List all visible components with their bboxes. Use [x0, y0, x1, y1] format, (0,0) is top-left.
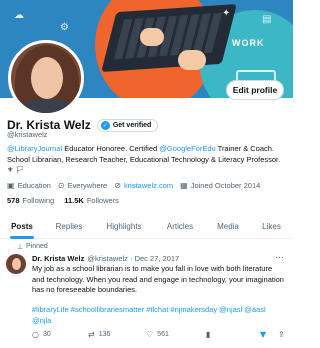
- share-button[interactable]: ⇪: [278, 330, 289, 339]
- bio-text: Educator Honoree. Certified: [62, 144, 160, 153]
- followers-link[interactable]: 11.5K Followers: [64, 196, 119, 205]
- tweet-author-name[interactable]: Dr. Krista Welz: [32, 254, 84, 263]
- bookmark-button[interactable]: ▼: [260, 330, 270, 339]
- meta-joined: ▦ Joined October 2014: [180, 181, 260, 190]
- following-count: 578: [7, 196, 20, 205]
- chart-icon: ▤: [262, 14, 272, 25]
- meta-website: ⊘ kristawelz.com: [114, 181, 173, 190]
- cloud-icon: ☁: [14, 10, 24, 21]
- tweet-actions: ○ 30 ⇄ 136 ♡ 561 ▮ ▼ ⇪: [32, 330, 288, 342]
- more-options-icon[interactable]: ···: [275, 252, 284, 262]
- active-tab-indicator: [10, 236, 34, 239]
- views-icon: ▮: [206, 330, 211, 339]
- heart-icon: ♡: [146, 330, 154, 339]
- edit-profile-button[interactable]: Edit profile: [226, 80, 284, 100]
- location-label: Everywhere: [67, 181, 108, 190]
- category-label: Education: [17, 181, 51, 190]
- tab-likes[interactable]: Likes: [250, 215, 293, 239]
- tab-articles[interactable]: Articles: [154, 215, 206, 239]
- banner-hand: [140, 28, 164, 46]
- views-button[interactable]: ▮: [206, 330, 214, 339]
- tweet-header: Dr. Krista Welz @kristawelz · Dec 27, 20…: [32, 254, 179, 263]
- link-icon: ⊘: [114, 181, 121, 190]
- get-verified-button[interactable]: ✓ Get verified: [96, 118, 159, 132]
- tweet-meta: @kristawelz · Dec 27, 2017: [87, 254, 180, 263]
- bookmark-icon: ▼: [260, 330, 267, 339]
- tab-highlights[interactable]: Highlights: [94, 215, 154, 239]
- followers-label: Followers: [86, 196, 119, 205]
- briefcase-icon: ▣: [7, 181, 15, 190]
- profile-bio: @LibraryJournal Educator Honoree. Certif…: [7, 143, 289, 165]
- banner-keyboard: [113, 12, 223, 60]
- get-verified-label: Get verified: [112, 121, 152, 129]
- avatar[interactable]: [8, 40, 84, 116]
- reply-count: 30: [42, 331, 51, 338]
- like-button[interactable]: ♡ 561: [146, 330, 169, 339]
- avatar-shirt: [21, 99, 73, 113]
- like-count: 561: [157, 331, 169, 338]
- location-pin-icon: ⊙: [57, 181, 65, 190]
- profile-handle: @kristawelz: [7, 130, 48, 139]
- retweet-icon: ⇄: [88, 330, 95, 339]
- banner-work-text: WORK: [232, 38, 265, 48]
- banner-hand: [178, 50, 206, 70]
- website-link[interactable]: kristawelz.com: [124, 181, 173, 190]
- calendar-icon: ▦: [180, 181, 188, 190]
- bio-mention-googleforedu[interactable]: @GoogleForEdu: [159, 144, 215, 153]
- following-link[interactable]: 578 Following: [7, 196, 54, 205]
- share-icon: ⇪: [278, 330, 285, 339]
- reply-icon: ○: [32, 330, 39, 339]
- tweet-avatar-face: [12, 258, 21, 270]
- gear-icon: ⚙: [60, 22, 69, 33]
- tab-media[interactable]: Media: [206, 215, 250, 239]
- follow-counts: 578 Following 11.5K Followers: [7, 196, 129, 205]
- bio-emoji: ⚜ 🏳: [7, 166, 25, 174]
- bio-mention-libraryjournal[interactable]: @LibraryJournal: [7, 144, 62, 153]
- tweet-text: My job as a school librarian is to make …: [32, 264, 284, 294]
- joined-label: Joined October 2014: [190, 181, 261, 190]
- profile-meta: ▣ Education ⊙ Everywhere ⊘ kristawelz.co…: [7, 181, 267, 190]
- avatar-face: [31, 57, 63, 99]
- tweet-hashtags[interactable]: #libraryLife #schoollibrariesmatter #tlc…: [32, 305, 286, 326]
- following-label: Following: [22, 196, 55, 205]
- pinned-label: Pinned: [26, 243, 48, 250]
- tweet-avatar[interactable]: [6, 254, 26, 274]
- tab-replies[interactable]: Replies: [44, 215, 94, 239]
- profile-tabs: Posts Replies Highlights Articles Media …: [0, 215, 293, 239]
- meta-location: ⊙ Everywhere: [58, 181, 107, 190]
- pin-icon: ⊥: [17, 243, 24, 251]
- retweet-count: 136: [98, 331, 111, 338]
- reply-button[interactable]: ○ 30: [32, 330, 51, 339]
- retweet-button[interactable]: ⇄ 136: [88, 330, 110, 339]
- lightbulb-icon: ✦: [222, 8, 231, 19]
- followers-count: 11.5K: [64, 196, 84, 205]
- verified-check-icon: ✓: [100, 120, 110, 130]
- meta-category: ▣ Education: [7, 181, 51, 190]
